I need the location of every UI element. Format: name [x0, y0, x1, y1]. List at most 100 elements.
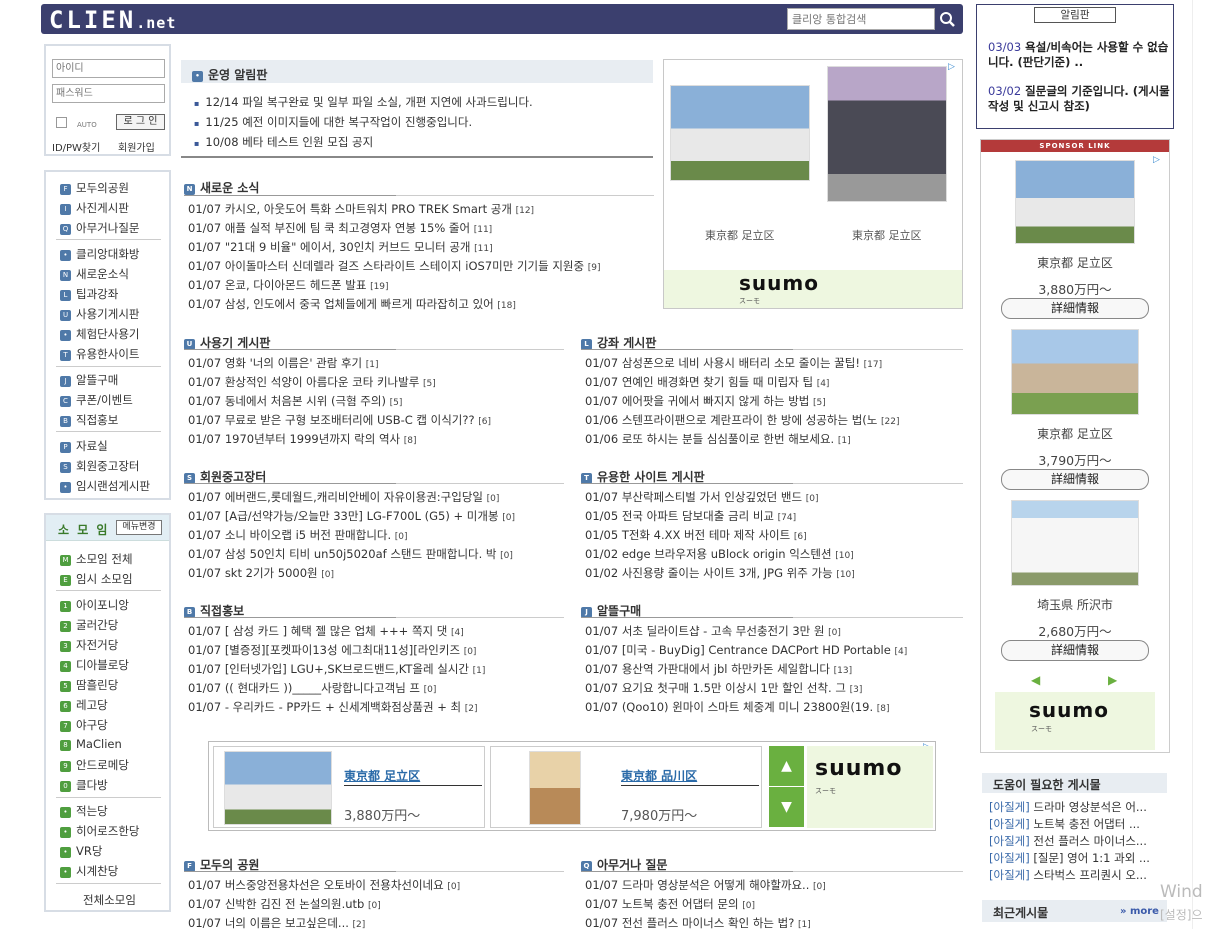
house-image[interactable] [1015, 160, 1135, 244]
post-link[interactable]: 01/07 영화 '너의 이름은' 관람 후기 [1] [188, 355, 564, 371]
sponsor-ad[interactable]: SPONSOR LINK ▷ 東京都 足立区 3,880万円～ 詳細情報 東京都… [980, 139, 1170, 753]
ad-banner-main[interactable]: ▷ 東京都 足立区 東京都 足立区 suumo スーモ [663, 59, 963, 309]
post-link[interactable]: 01/07 [별증정][포켓파이13성 에그최대11성][라인키즈 [0] [188, 642, 564, 658]
house-image[interactable] [1011, 329, 1139, 415]
post-link[interactable]: 01/07 삼성폰으로 네비 사용시 배터리 소모 줄이는 꿀팁! [17] [585, 355, 963, 371]
post-link[interactable]: 01/05 T전화 4.XX 버전 테마 제작 사이트 [6] [585, 527, 963, 543]
post-link[interactable]: 01/07 버스중앙전용차선은 오토바이 전용차선이네요 [0] [188, 877, 564, 893]
login-button[interactable]: 로 그 인 [116, 114, 165, 130]
detail-button[interactable]: 詳細情報 [1001, 469, 1149, 490]
password-field[interactable] [52, 84, 165, 103]
post-link[interactable]: 01/07 요기요 첫구매 1.5만 이상시 1만 할인 선착. 그 [3] [585, 680, 963, 696]
sidebar-item-qna[interactable]: Q 아무거나질문 [60, 220, 139, 236]
prev-arrow-icon[interactable]: ◀ [1031, 673, 1040, 687]
search-button[interactable] [936, 8, 958, 30]
house-image[interactable] [224, 751, 332, 825]
help-item[interactable]: [아질게] 드라마 영상분석은 어... [989, 799, 1167, 815]
somoim-item[interactable]: 3 자전거당 [60, 637, 118, 653]
somoim-item[interactable]: 6 레고당 [60, 697, 108, 713]
site-logo[interactable]: CLIEN.net [49, 6, 176, 34]
help-item[interactable]: [아질게] [질문] 영어 1:1 과외 ... [989, 850, 1167, 866]
post-link[interactable]: 01/02 edge 브라우저용 uBlock origin 익스텐션 [10] [585, 546, 963, 562]
house-image[interactable] [670, 85, 810, 181]
notice-item[interactable]: 11/25 예전 이미지들에 대한 복구작업이 진행중입니다. [194, 114, 472, 130]
find-account-link[interactable]: ID/PW찾기 [52, 139, 100, 154]
section-title-news[interactable]: N 새로운 소식 [184, 179, 259, 196]
up-arrow-icon[interactable]: ▲ [769, 746, 804, 786]
ad-card[interactable]: 東京都 品川区 7,980万円～ [490, 746, 762, 828]
detail-button[interactable]: 詳細情報 [1001, 640, 1149, 661]
post-link[interactable]: 01/07 에어팟을 귀에서 빠지지 않게 하는 방법 [5] [585, 393, 963, 409]
post-link[interactable]: 01/07 "21대 9 비율" 에이서, 30인치 커브드 모니터 공개 [1… [188, 239, 654, 255]
adchoices-icon[interactable]: ▷ [948, 62, 955, 72]
sidebar-item-promo[interactable]: B 직접홍보 [60, 412, 118, 428]
post-link[interactable]: 01/07 삼성 50인치 티비 un50j5020af 스탠드 판매합니다. … [188, 546, 564, 562]
post-link[interactable]: 01/05 전국 아파트 담보대출 금리 비교 [74] [585, 508, 963, 524]
adchoices-icon[interactable]: ▷ [1153, 155, 1160, 165]
notice-title[interactable]: • 운영 알림판 [192, 66, 267, 83]
help-item[interactable]: [아질게] 전선 플러스 마이너스... [989, 833, 1167, 849]
post-link[interactable]: 01/07 (( 현대카드 ))_____사랑합니다고객님 프 [0] [188, 680, 564, 696]
post-link[interactable]: 01/07 무료로 받은 구형 보조배터리에 USB-C 캡 이식기?? [6] [188, 412, 564, 428]
ad-banner-bottom[interactable]: ▷ 東京都 足立区 3,880万円～ 東京都 品川区 7,980万円～ ▲ ▼ … [208, 741, 936, 831]
somoim-item[interactable]: 9 안드로메당 [60, 757, 129, 773]
suumo-logo[interactable]: suumo [815, 756, 902, 781]
help-item[interactable]: [아질게] 노트북 충전 어댑터 ... [989, 816, 1167, 832]
help-item[interactable]: [아질게] 스타벅스 프리퀀시 오... [989, 867, 1167, 883]
more-link[interactable]: » more [1120, 906, 1159, 917]
somoim-item[interactable]: • 히어로즈한당 [60, 823, 139, 839]
all-somoim-link[interactable]: 전체소모임 [83, 892, 136, 908]
somoim-item[interactable]: M 소모임 전체 [60, 551, 133, 567]
post-link[interactable]: 01/07 아이돌마스터 신데렐라 걸즈 스타라이트 스테이지 iOS7미만 기… [188, 258, 654, 274]
detail-button[interactable]: 詳細情報 [1001, 298, 1149, 319]
somoim-item[interactable]: • 시계찬당 [60, 863, 118, 879]
suumo-logo[interactable]: suumo [739, 271, 819, 295]
post-link[interactable]: 01/07 에버랜드,롯데월드,캐리비안베이 자유이용권:구입당일 [0] [188, 489, 564, 505]
sidebar-item-review[interactable]: U 사용기게시판 [60, 306, 139, 322]
sidebar-item-coupon[interactable]: C 쿠폰/이벤트 [60, 392, 133, 408]
id-field[interactable] [52, 59, 165, 78]
sidebar-item-news[interactable]: N 새로운소식 [60, 266, 129, 282]
post-link[interactable]: 01/07 부산락페스티벌 가서 인상깊었던 밴드 [0] [585, 489, 963, 505]
somoim-item[interactable]: 8 MaClien [60, 737, 122, 753]
notice-item[interactable]: 10/08 베타 테스트 인원 모집 공지 [194, 134, 373, 150]
ad-card[interactable]: 東京都 足立区 3,880万円～ [213, 746, 485, 828]
somoim-item[interactable]: 5 땀흘린당 [60, 677, 118, 693]
post-link[interactable]: 01/07 (Qoo10) 윈마이 스마트 체중계 미니 23800원(19. … [585, 699, 963, 715]
sidebar-item-tester[interactable]: • 체험단사용기 [60, 326, 139, 342]
post-link[interactable]: 01/07 너의 이름은 보고싶은데... [2] [188, 915, 564, 929]
somoim-item[interactable]: 2 굴러간당 [60, 617, 118, 633]
post-link[interactable]: 01/07 전선 플러스 마이너스 확인 하는 법? [1] [585, 915, 963, 929]
post-link[interactable]: 01/07 연예인 배경화면 찾기 힘들 때 미립자 팁 [4] [585, 374, 963, 390]
post-link[interactable]: 01/07 skt 2기가 5000원 [0] [188, 565, 564, 581]
post-link[interactable]: 01/07 애플 실적 부진에 팀 쿡 최고경영자 연봉 15% 줄어 [11] [188, 220, 654, 236]
post-link[interactable]: 01/02 사진용량 줄이는 사이트 3개, JPG 위주 가능 [10] [585, 565, 963, 581]
join-link[interactable]: 회원가입 [118, 139, 155, 154]
sidebar-item-market[interactable]: S 회원중고장터 [60, 458, 139, 474]
post-link[interactable]: 01/07 [ 삼성 카드 ] 혜택 젤 많은 업체 +++ 쪽지 댓 [4] [188, 623, 564, 639]
sidebar-item-useful[interactable]: T 유용한사이트 [60, 346, 139, 362]
somoim-item[interactable]: 1 아이포니앙 [60, 597, 129, 613]
post-link[interactable]: 01/07 [미국 - BuyDig] Centrance DACPort HD… [585, 642, 963, 658]
ad-location[interactable]: 東京都 足立区 [344, 767, 420, 784]
board-notice-item[interactable]: 03/02 질문글의 기준입니다. (게시물작성 및 신고시 참조) [988, 84, 1170, 114]
post-link[interactable]: 01/07 카시오, 아웃도어 특화 스마트워치 PRO TREK Smart … [188, 201, 654, 217]
somoim-item[interactable]: E 임시 소모임 [60, 571, 133, 587]
post-link[interactable]: 01/07 삼성, 인도에서 중국 업체들에게 빠르게 따라잡히고 있어 [18… [188, 296, 654, 312]
down-arrow-icon[interactable]: ▼ [769, 787, 804, 827]
post-link[interactable]: 01/07 1970년부터 1999년까지 락의 역사 [8] [188, 431, 564, 447]
post-link[interactable]: 01/07 [인터넷가입] LGU+,SK브로드밴드,KT올레 실시간 [1] [188, 661, 564, 677]
somoim-item[interactable]: • VR당 [60, 843, 102, 859]
post-link[interactable]: 01/07 동네에서 처음본 시위 (극혐 주의) [5] [188, 393, 564, 409]
sidebar-item-photo[interactable]: I 사진게시판 [60, 200, 129, 216]
post-link[interactable]: 01/06 스텐프라이팬으로 계란프라이 한 방에 성공하는 법(노 [22] [585, 412, 963, 428]
sidebar-item-deals[interactable]: J 알뜰구매 [60, 372, 118, 388]
sidebar-item-files[interactable]: P 자료실 [60, 438, 108, 454]
post-link[interactable]: 01/07 서초 딜라이트샵 - 고속 무선충전기 3만 원 [0] [585, 623, 963, 639]
notice-item[interactable]: 12/14 파일 복구완료 및 일부 파일 소실, 개편 지연에 사과드립니다. [194, 94, 532, 110]
auto-login-checkbox[interactable] [56, 117, 67, 128]
board-notice-item[interactable]: 03/03 욕설/비속어는 사용할 수 없습니다. (판단기준) .. [988, 40, 1170, 70]
post-link[interactable]: 01/07 신박한 김진 전 논설의원.utb [0] [188, 896, 564, 912]
ad-location[interactable]: 東京都 品川区 [621, 767, 697, 784]
somoim-item[interactable]: • 적는당 [60, 803, 108, 819]
